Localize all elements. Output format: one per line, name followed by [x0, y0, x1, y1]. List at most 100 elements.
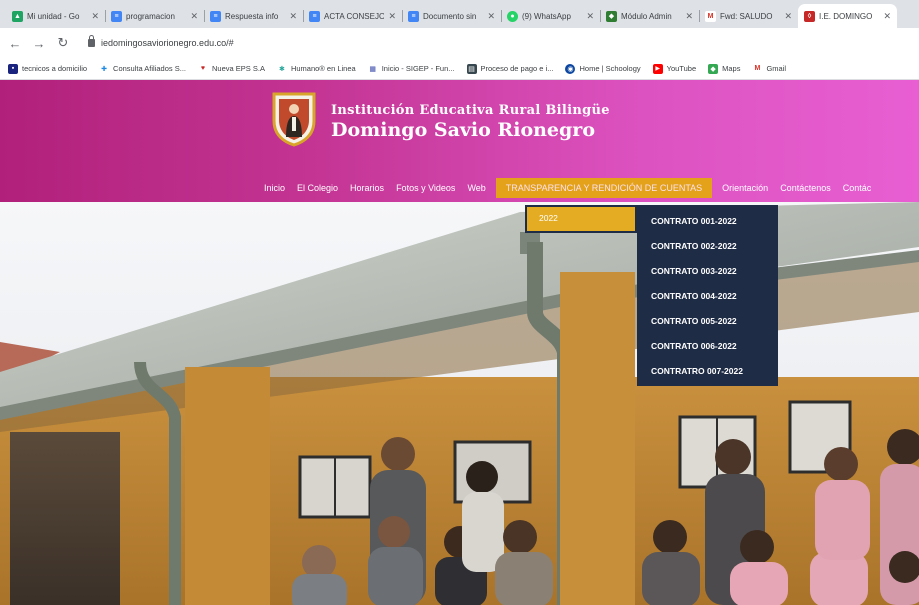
doc-icon: ▤ — [466, 63, 477, 74]
tab-title: Mi unidad - Go — [27, 11, 80, 21]
menu-item-2022[interactable]: 2022 — [527, 207, 635, 231]
browser-tab[interactable]: ● (9) WhatsApp ✕ — [501, 4, 600, 28]
bookmark-icon: ▪ — [8, 63, 18, 74]
cross-icon: ✚ — [101, 65, 107, 73]
docs-icon: ≡ — [309, 10, 320, 22]
bookmark-item[interactable]: ◉ Home | Schoology — [565, 63, 641, 74]
bookmark-label: YouTube — [666, 64, 697, 73]
tab-title: I.E. DOMINGO — [819, 11, 873, 21]
bookmark-label: Consulta Afiliados S... — [113, 64, 186, 73]
heart-icon: ♥ — [200, 65, 206, 72]
back-arrow-icon[interactable]: ← — [8, 36, 22, 51]
bookmarks-bar: ▪ tecnicos a domicilio ✚ Consulta Afilia… — [0, 58, 919, 80]
browser-tab[interactable]: ≡ ACTA CONSEJO ✕ — [303, 4, 402, 28]
menu-item-contrato-003[interactable]: CONTRATO 003-2022 — [637, 261, 778, 286]
main-nav: Inicio El Colegio Horarios Fotos y Video… — [258, 178, 877, 198]
school-crest-icon: ◊ — [804, 10, 815, 22]
menu-item-contrato-001[interactable]: CONTRATO 001-2022 — [637, 211, 778, 236]
url-text: iedomingosaviorionegro.edu.co/# — [101, 38, 234, 48]
tab-title: programacion — [126, 11, 175, 21]
gmail-icon: M — [754, 65, 761, 72]
close-icon[interactable]: ✕ — [190, 11, 198, 22]
browser-tab-active[interactable]: ◊ I.E. DOMINGO ✕ — [798, 4, 897, 28]
tab-title: Fwd: SALUDO — [720, 11, 773, 21]
nav-contactenos[interactable]: Contáctenos — [774, 178, 837, 198]
reload-icon[interactable]: ↻ — [56, 35, 70, 51]
grid-icon: ▦ — [369, 65, 377, 73]
bookmark-item[interactable]: ◆ Maps — [708, 63, 741, 74]
bookmark-label: Proceso de pago e i... — [480, 64, 554, 73]
nav-contacto[interactable]: Contác — [837, 178, 878, 198]
browser-tab[interactable]: M Fwd: SALUDO ✕ — [699, 4, 798, 28]
menu-item-contrato-006[interactable]: CONTRATO 006-2022 — [637, 336, 778, 361]
browser-tab[interactable]: ≡ programacion ✕ — [105, 4, 204, 28]
close-icon[interactable]: ✕ — [487, 11, 495, 22]
nav-web[interactable]: Web — [461, 178, 491, 198]
whatsapp-icon: ● — [507, 10, 518, 22]
browser-tab[interactable]: ◆ Módulo Admin ✕ — [600, 4, 699, 28]
tab-title: Respuesta info — [225, 11, 279, 21]
school-name-line1: Institución Educativa Rural Bilingüe — [331, 103, 610, 118]
bookmark-label: Inicio - SIGEP - Fun... — [381, 64, 455, 73]
nav-fotos-videos[interactable]: Fotos y Videos — [390, 178, 461, 198]
person-icon: ✱ — [279, 65, 285, 73]
youtube-icon: ▶ — [652, 63, 663, 74]
bookmark-label: Gmail — [766, 64, 787, 73]
browser-tab[interactable]: ≡ Documento sin ✕ — [402, 4, 501, 28]
address-bar: ← → ↻ iedomingosaviorionegro.edu.co/# — [0, 28, 919, 58]
nav-transparencia[interactable]: TRANSPARENCIA Y RENDICIÓN DE CUENTAS — [495, 178, 713, 198]
gmail-icon: M — [705, 10, 716, 22]
tab-title: (9) WhatsApp — [522, 11, 571, 21]
browser-tab-bar: ▲ Mi unidad - Go ✕ ≡ programacion ✕ ≡ Re… — [0, 0, 919, 28]
school-name-line2: Domingo Savio Rionegro — [331, 119, 595, 141]
lock-icon — [88, 35, 95, 47]
docs-icon: ≡ — [210, 10, 221, 22]
hero-photo — [0, 202, 919, 605]
dropdown-contracts-menu: CONTRATO 001-2022 CONTRATO 002-2022 CONT… — [637, 205, 778, 386]
globe-icon: ◉ — [565, 63, 576, 74]
close-icon[interactable]: ✕ — [784, 11, 792, 22]
bookmark-item[interactable]: M Gmail — [752, 64, 787, 74]
menu-item-contrato-002[interactable]: CONTRATO 002-2022 — [637, 236, 778, 261]
close-icon[interactable]: ✕ — [685, 11, 693, 22]
google-drive-icon: ▲ — [12, 10, 23, 22]
dropdown-year-menu: 2022 — [525, 205, 637, 233]
menu-item-contrato-004[interactable]: CONTRATO 004-2022 — [637, 286, 778, 311]
module-icon: ◆ — [606, 10, 617, 22]
docs-icon: ≡ — [111, 10, 122, 22]
bookmark-item[interactable]: ▶ YouTube — [652, 63, 697, 74]
bookmark-item[interactable]: ▦ Inicio - SIGEP - Fun... — [368, 64, 455, 74]
bookmark-item[interactable]: ♥ Nueva EPS S.A — [198, 64, 265, 74]
menu-item-contrato-007[interactable]: CONTRATRO 007-2022 — [637, 361, 778, 386]
browser-tab[interactable]: ▲ Mi unidad - Go ✕ — [6, 4, 105, 28]
tab-title: Documento sin — [423, 11, 477, 21]
nav-el-colegio[interactable]: El Colegio — [291, 178, 344, 198]
bookmark-item[interactable]: ✚ Consulta Afiliados S... — [99, 64, 186, 74]
school-name[interactable]: Institución Educativa Rural Bilingüe Dom… — [331, 103, 610, 141]
bookmark-label: Nueva EPS S.A — [212, 64, 265, 73]
close-icon[interactable]: ✕ — [586, 11, 594, 22]
nav-inicio[interactable]: Inicio — [258, 178, 291, 198]
nav-orientacion[interactable]: Orientación — [716, 178, 774, 198]
url-input[interactable]: iedomingosaviorionegro.edu.co/# — [80, 32, 410, 54]
bookmark-item[interactable]: ▪ tecnicos a domicilio — [8, 63, 88, 74]
bookmark-label: Home | Schoology — [579, 64, 641, 73]
bookmark-item[interactable]: ▤ Proceso de pago e i... — [466, 63, 554, 74]
close-icon[interactable]: ✕ — [289, 11, 297, 22]
bookmark-label: tecnicos a domicilio — [22, 64, 88, 73]
docs-icon: ≡ — [408, 10, 419, 22]
menu-item-contrato-005[interactable]: CONTRATO 005-2022 — [637, 311, 778, 336]
forward-arrow-icon[interactable]: → — [32, 36, 46, 51]
bookmark-item[interactable]: ✱ Humano® en Linea — [277, 64, 356, 74]
close-icon[interactable]: ✕ — [91, 11, 99, 22]
close-icon[interactable]: ✕ — [883, 11, 891, 22]
nav-horarios[interactable]: Horarios — [344, 178, 390, 198]
close-icon[interactable]: ✕ — [388, 11, 396, 22]
maps-icon: ◆ — [708, 63, 719, 74]
browser-tab[interactable]: ≡ Respuesta info ✕ — [204, 4, 303, 28]
site-header: Institución Educativa Rural Bilingüe Dom… — [0, 80, 919, 202]
tab-title: ACTA CONSEJO — [324, 11, 385, 21]
bookmark-label: Maps — [722, 64, 741, 73]
school-crest-icon[interactable] — [271, 91, 317, 147]
tab-title: Módulo Admin — [621, 11, 672, 21]
